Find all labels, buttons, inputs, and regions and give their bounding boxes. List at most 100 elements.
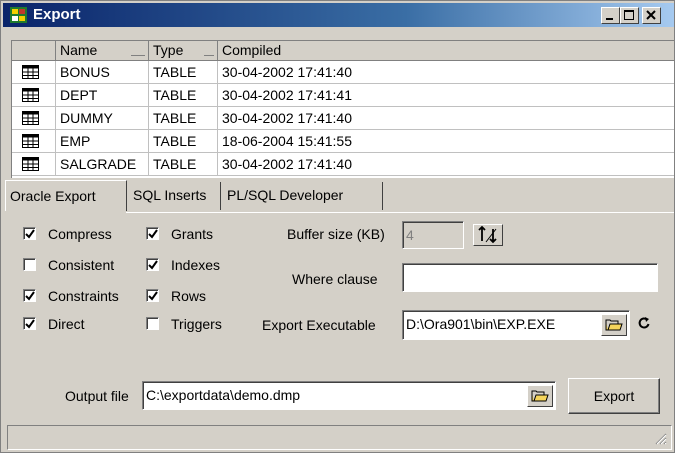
export-window: Export Name Type Compiled BONUS TABLE 30…: [0, 0, 675, 453]
rows-label: Rows: [171, 288, 207, 304]
column-header-name[interactable]: Name: [56, 41, 149, 61]
checkmark-icon: [148, 260, 158, 270]
grid-header: Name Type Compiled: [12, 41, 674, 61]
oracle-app-icon: [10, 7, 27, 23]
minimize-button[interactable]: [601, 7, 620, 24]
compress-check-box[interactable]: [23, 227, 36, 240]
direct-check-box[interactable]: [23, 317, 36, 330]
indexes-check-box[interactable]: [146, 258, 159, 271]
triggers-check-box[interactable]: [146, 317, 159, 330]
name-cell: DUMMY: [56, 107, 149, 130]
export-executable-field[interactable]: D:\Ora901\bin\EXP.EXE: [402, 310, 630, 340]
table-grid-icon: [22, 88, 39, 102]
name-cell: BONUS: [56, 61, 149, 84]
output-file-field[interactable]: C:\exportdata\demo.dmp: [142, 381, 556, 410]
direct-label: Direct: [48, 316, 85, 332]
compiled-cell: 30-04-2002 17:41:41: [218, 84, 674, 107]
consistent-check-box[interactable]: [23, 258, 36, 271]
maximize-button[interactable]: [620, 7, 639, 24]
column-header-compiled-label: Compiled: [222, 42, 282, 58]
compress-label: Compress: [48, 226, 112, 242]
refresh-icon[interactable]: [637, 316, 651, 330]
table-row[interactable]: DEPT TABLE 30-04-2002 17:41:41: [12, 84, 674, 107]
row-icon-cell: [12, 107, 56, 130]
row-icon-cell: [12, 61, 56, 84]
tab-plsql-developer-label: PL/SQL Developer: [227, 187, 344, 203]
rows-check-box[interactable]: [146, 289, 159, 302]
executable-browse-button[interactable]: [601, 314, 627, 336]
tab-oracle-export-label: Oracle Export: [10, 188, 96, 204]
type-cell: TABLE: [149, 61, 218, 84]
table-grid-icon: [22, 111, 39, 125]
type-cell: TABLE: [149, 130, 218, 153]
row-icon-cell: [12, 153, 56, 176]
checkmark-icon: [25, 229, 35, 239]
indexes-label: Indexes: [171, 257, 221, 273]
objects-grid[interactable]: Name Type Compiled BONUS TABLE 30-04-200…: [11, 40, 674, 178]
status-bar: [7, 425, 672, 450]
type-cell: TABLE: [149, 153, 218, 176]
grants-label: Grants: [171, 226, 214, 242]
export-button[interactable]: Export: [568, 378, 660, 414]
spin-arrows-icon: [478, 225, 497, 244]
table-row[interactable]: BONUS TABLE 30-04-2002 17:41:40: [12, 61, 674, 84]
type-cell: TABLE: [149, 107, 218, 130]
column-header-type[interactable]: Type: [149, 41, 218, 61]
sort-indicator-icon: [204, 55, 214, 56]
output-file-label: Output file: [65, 388, 129, 404]
buffer-size-spinner[interactable]: [473, 224, 503, 246]
consistent-label: Consistent: [48, 257, 115, 273]
name-cell: DEPT: [56, 84, 149, 107]
resize-grip-icon[interactable]: [653, 431, 667, 445]
table-row[interactable]: EMP TABLE 18-06-2004 15:41:55: [12, 130, 674, 153]
constraints-label: Constraints: [48, 288, 119, 304]
row-icon-cell: [12, 84, 56, 107]
column-header-compiled[interactable]: Compiled: [218, 41, 674, 61]
tab-oracle-export[interactable]: Oracle Export: [5, 180, 127, 211]
tab-sql-inserts[interactable]: SQL Inserts: [129, 182, 221, 210]
table-grid-icon: [22, 157, 39, 171]
table-grid-icon: [22, 65, 39, 79]
triggers-label: Triggers: [171, 316, 222, 332]
compiled-cell: 30-04-2002 17:41:40: [218, 107, 674, 130]
type-cell: TABLE: [149, 84, 218, 107]
folder-open-icon: [531, 390, 549, 402]
constraints-check-box[interactable]: [23, 289, 36, 302]
checkmark-icon: [25, 291, 35, 301]
checkmark-icon: [148, 229, 158, 239]
table-grid-icon: [22, 134, 39, 148]
name-cell: SALGRADE: [56, 153, 149, 176]
compiled-cell: 18-06-2004 15:41:55: [218, 130, 674, 153]
table-row[interactable]: DUMMY TABLE 30-04-2002 17:41:40: [12, 107, 674, 130]
output-browse-button[interactable]: [527, 385, 553, 407]
tab-divider: [126, 212, 674, 213]
where-clause-field[interactable]: [402, 263, 658, 292]
close-button[interactable]: [642, 7, 661, 24]
checkmark-icon: [148, 291, 158, 301]
buffer-size-label: Buffer size (KB): [287, 226, 385, 242]
where-clause-label: Where clause: [292, 271, 378, 287]
header-icon-column: [12, 41, 56, 61]
compiled-cell: 30-04-2002 17:41:40: [218, 61, 674, 84]
buffer-size-field[interactable]: 4: [402, 221, 464, 249]
tab-sql-inserts-label: SQL Inserts: [133, 187, 207, 203]
tab-plsql-developer[interactable]: PL/SQL Developer: [223, 182, 383, 210]
checkmark-icon: [25, 319, 35, 329]
title-bar[interactable]: Export: [3, 3, 674, 27]
grants-check-box[interactable]: [146, 227, 159, 240]
maximize-icon: [624, 10, 634, 20]
table-row[interactable]: SALGRADE TABLE 30-04-2002 17:41:40: [12, 153, 674, 176]
window-title: Export: [33, 6, 81, 23]
minimize-icon: [606, 18, 613, 20]
export-button-label: Export: [593, 388, 635, 404]
column-header-type-label: Type: [153, 42, 184, 58]
name-cell: EMP: [56, 130, 149, 153]
close-icon: [646, 10, 656, 20]
row-icon-cell: [12, 130, 56, 153]
compiled-cell: 30-04-2002 17:41:40: [218, 153, 674, 176]
tab-strip: Oracle Export SQL Inserts PL/SQL Develop…: [1, 180, 674, 212]
folder-open-icon: [605, 319, 623, 331]
export-executable-label: Export Executable: [262, 317, 376, 333]
column-header-name-label: Name: [60, 42, 98, 58]
sort-indicator-icon: [131, 55, 145, 56]
